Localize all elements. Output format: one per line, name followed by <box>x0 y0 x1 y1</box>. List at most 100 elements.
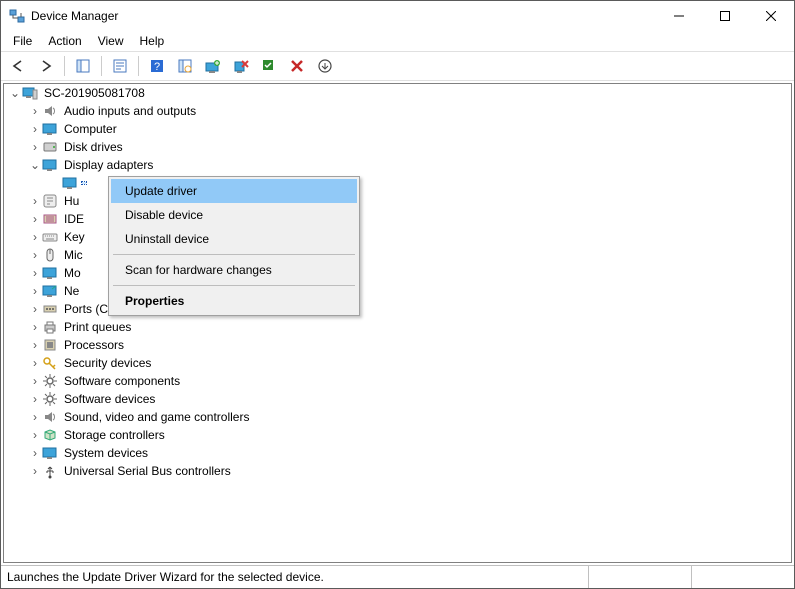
mouse-icon <box>42 247 58 263</box>
storage-icon <box>42 427 58 443</box>
ctx-uninstall-device[interactable]: Uninstall device <box>111 227 357 251</box>
app-icon <box>9 8 25 24</box>
chevron-right-icon[interactable]: › <box>28 374 42 388</box>
ctx-update-driver[interactable]: Update driver <box>111 179 357 203</box>
tree-node-cat14[interactable]: ›Software components <box>4 372 791 390</box>
tree-node-label: Storage controllers <box>62 427 167 443</box>
chevron-right-icon[interactable]: › <box>28 122 42 136</box>
tree-node-root[interactable]: ⌄ SC-201905081708 <box>4 84 791 102</box>
chevron-down-icon[interactable]: ⌄ <box>8 86 22 100</box>
tree-node-cat0[interactable]: › Audio inputs and outputs <box>4 102 791 120</box>
ctx-properties[interactable]: Properties <box>111 289 357 313</box>
status-cell-2 <box>589 566 692 588</box>
tree-node-cat16[interactable]: › Sound, video and game controllers <box>4 408 791 426</box>
svg-text:?: ? <box>154 61 160 73</box>
tree-node-cat19[interactable]: › Universal Serial Bus controllers <box>4 462 791 480</box>
update-driver-button[interactable] <box>200 53 226 79</box>
tree-node-label: Audio inputs and outputs <box>62 103 198 119</box>
printer-icon <box>42 319 58 335</box>
monitor-icon <box>42 445 58 461</box>
tree-node-cat18[interactable]: › System devices <box>4 444 791 462</box>
chevron-right-icon[interactable]: › <box>28 212 42 226</box>
status-cell-3 <box>692 566 794 588</box>
chevron-right-icon[interactable]: › <box>28 464 42 478</box>
toolbar-separator <box>64 56 65 76</box>
monitor-icon <box>42 121 58 137</box>
enable-device-button[interactable] <box>312 53 338 79</box>
monitor-icon <box>42 265 58 281</box>
port-icon <box>42 301 58 317</box>
tree-node-cat1[interactable]: › Computer <box>4 120 791 138</box>
tree-node-label: Print queues <box>62 319 133 335</box>
context-menu-separator <box>113 254 355 255</box>
toolbar: ? <box>1 51 794 81</box>
menu-view[interactable]: View <box>90 32 132 50</box>
back-button[interactable] <box>5 53 31 79</box>
uninstall-device-button[interactable] <box>228 53 254 79</box>
delete-button[interactable] <box>284 53 310 79</box>
scan-hardware-button[interactable] <box>172 53 198 79</box>
tree-node-label: Sound, video and game controllers <box>62 409 251 425</box>
chevron-right-icon[interactable]: › <box>28 356 42 370</box>
pc-icon <box>22 85 38 101</box>
ctx-disable-device[interactable]: Disable device <box>111 203 357 227</box>
chevron-down-icon[interactable]: ⌄ <box>28 158 42 172</box>
tree-node-cat13[interactable]: ›Security devices <box>4 354 791 372</box>
show-hide-tree-button[interactable] <box>70 53 96 79</box>
chevron-right-icon[interactable]: › <box>28 194 42 208</box>
tree-node-cat11[interactable]: › Print queues <box>4 318 791 336</box>
menu-help[interactable]: Help <box>132 32 173 50</box>
tree-node-label: Universal Serial Bus controllers <box>62 463 233 479</box>
context-menu: Update driver Disable device Uninstall d… <box>108 176 360 316</box>
tree-node-label: Disk drives <box>62 139 125 155</box>
titlebar: Device Manager <box>1 1 794 31</box>
tree-node-cat15[interactable]: › Software devices <box>4 390 791 408</box>
chevron-right-icon[interactable]: › <box>28 392 42 406</box>
chevron-right-icon[interactable]: › <box>28 104 42 118</box>
properties-button[interactable] <box>107 53 133 79</box>
maximize-button[interactable] <box>702 1 748 31</box>
gear-icon <box>42 391 58 407</box>
tree-node-cat2[interactable]: › Disk drives <box>4 138 791 156</box>
device-manager-window: Device Manager File Action View Help ? ⌄… <box>0 0 795 589</box>
chevron-right-icon[interactable]: › <box>28 338 42 352</box>
chevron-right-icon[interactable]: › <box>28 284 42 298</box>
cpu-icon <box>42 337 58 353</box>
tree-node-label: SC-201905081708 <box>42 85 147 101</box>
tree-node-label: System devices <box>62 445 150 461</box>
tree-node-cat12[interactable]: ›Processors <box>4 336 791 354</box>
tree-node-label: Computer <box>62 121 119 137</box>
chevron-right-icon[interactable]: › <box>28 446 42 460</box>
chevron-right-icon[interactable]: › <box>28 302 42 316</box>
help-button[interactable]: ? <box>144 53 170 79</box>
tree-node-label: IDE <box>62 211 86 227</box>
network-icon <box>42 283 58 299</box>
chevron-right-icon[interactable]: › <box>28 266 42 280</box>
tree-node-label: Mo <box>62 265 83 281</box>
menu-file[interactable]: File <box>5 32 40 50</box>
chevron-right-icon[interactable]: › <box>28 230 42 244</box>
disable-device-button[interactable] <box>256 53 282 79</box>
menu-action[interactable]: Action <box>40 32 89 50</box>
monitor-icon <box>62 175 78 191</box>
toolbar-separator <box>101 56 102 76</box>
device-tree[interactable]: ⌄SC-201905081708›Audio inputs and output… <box>3 83 792 563</box>
tree-node-label: Software devices <box>62 391 157 407</box>
close-button[interactable] <box>748 1 794 31</box>
chevron-right-icon[interactable]: › <box>28 248 42 262</box>
ctx-scan-hardware[interactable]: Scan for hardware changes <box>111 258 357 282</box>
chevron-right-icon[interactable]: › <box>28 140 42 154</box>
forward-button[interactable] <box>33 53 59 79</box>
chevron-right-icon[interactable]: › <box>28 428 42 442</box>
minimize-button[interactable] <box>656 1 702 31</box>
tree-node-label: Display adapters <box>62 157 155 173</box>
tree-node-cat3[interactable]: ⌄ Display adapters <box>4 156 791 174</box>
window-title: Device Manager <box>31 9 118 23</box>
usb-icon <box>42 463 58 479</box>
keyboard-icon <box>42 229 58 245</box>
chevron-right-icon[interactable]: › <box>28 410 42 424</box>
chevron-right-icon[interactable]: › <box>28 320 42 334</box>
tree-node-label: Ne <box>62 283 81 299</box>
tree-node-label: Mic <box>62 247 85 263</box>
tree-node-cat17[interactable]: › Storage controllers <box>4 426 791 444</box>
